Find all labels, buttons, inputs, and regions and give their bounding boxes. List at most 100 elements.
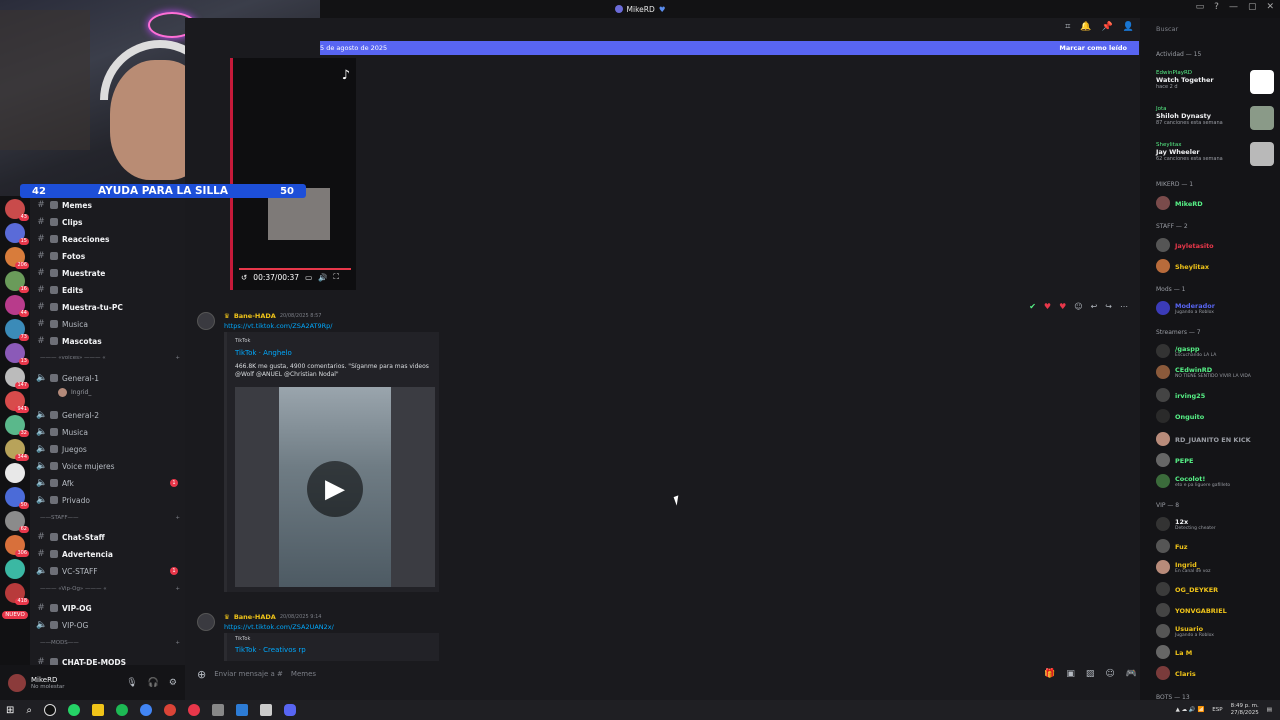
minimize-button[interactable]: — xyxy=(1229,2,1238,12)
captions-icon[interactable]: ▭ xyxy=(305,273,312,282)
channel-text[interactable]: # Musica xyxy=(36,318,182,330)
server-icon[interactable]: 15 xyxy=(5,223,29,245)
tiktok-video-player[interactable]: ♪ ↺ 00:37/00:37 ▭ 🔊 ⛶ xyxy=(230,58,356,290)
apps-icon[interactable]: 🎮 xyxy=(1126,669,1137,679)
new-badge[interactable]: NUEVO xyxy=(2,611,28,619)
user-info[interactable]: MikeRD No molestar xyxy=(31,676,65,690)
whatsapp-icon[interactable] xyxy=(68,704,80,716)
chrome-icon[interactable] xyxy=(140,704,152,716)
inbox-icon[interactable]: ▭ xyxy=(1196,2,1205,12)
member-item[interactable]: Cocolot! eto e pa liguere gafilleto xyxy=(1156,474,1276,488)
message-author[interactable]: Bane-HADA xyxy=(234,613,276,621)
channel-voice[interactable]: 🔈 VC-STAFF 1 xyxy=(36,565,182,577)
channel-text[interactable]: # Advertencia xyxy=(36,548,182,560)
server-icon[interactable]: 50 xyxy=(5,487,29,509)
server-icon[interactable]: 344 xyxy=(5,439,29,461)
message-link[interactable]: https://vt.tiktok.com/ZSA2AT9Rp/ xyxy=(224,322,332,330)
app-icon-1[interactable] xyxy=(44,704,56,716)
emoji-icon[interactable]: ☺ xyxy=(1105,669,1114,679)
channel-voice[interactable]: 🔈 General-2 xyxy=(36,409,182,421)
server-icon[interactable]: 62 xyxy=(5,511,29,533)
member-item[interactable]: Ingrid_ En canal de voz xyxy=(1156,560,1276,574)
add-attachment-icon[interactable]: ⊕ xyxy=(197,668,206,681)
embed-video[interactable]: ▶ xyxy=(235,387,435,587)
channel-voice[interactable]: 🔈 Afk 1 xyxy=(36,477,182,489)
tray-icons[interactable]: ▲ ☁ 🔊 📶 xyxy=(1176,707,1205,713)
check-reaction-icon[interactable]: ✔ xyxy=(1029,302,1036,311)
message-input-placeholder[interactable]: Enviar mensaje a # xyxy=(214,670,283,678)
pin-icon[interactable]: 📌 xyxy=(1102,22,1113,32)
channel-text[interactable]: # Clips xyxy=(36,216,182,228)
mark-as-read-button[interactable]: Marcar como leído xyxy=(1059,44,1127,52)
server-icon[interactable]: 32 xyxy=(5,415,29,437)
gif-icon[interactable]: ▣ xyxy=(1066,669,1075,679)
embed-title[interactable]: TikTok · Anghelo xyxy=(235,349,431,357)
headphones-icon[interactable]: 🎧 xyxy=(148,678,159,688)
server-icon[interactable]: 13 xyxy=(5,343,29,365)
server-icon[interactable]: 147 xyxy=(5,367,29,389)
chrome-icon-2[interactable] xyxy=(164,704,176,716)
more-options-icon[interactable]: ⋯ xyxy=(1120,302,1128,311)
member-item[interactable]: /gaspp Escuchando LA LA xyxy=(1156,344,1276,358)
member-item[interactable]: MikeRD xyxy=(1156,196,1276,210)
windows-start-icon[interactable]: ⊞ xyxy=(6,705,14,716)
channel-text[interactable]: # Edits xyxy=(36,284,182,296)
add-channel-icon[interactable]: + xyxy=(175,355,180,361)
channel-category[interactable]: ——MODS—— + xyxy=(40,640,180,646)
file-explorer-icon[interactable] xyxy=(92,704,104,716)
embed-title[interactable]: TikTok · Creativos rp xyxy=(235,646,431,654)
member-item[interactable]: Usuario Jugando a Roblox xyxy=(1156,624,1276,638)
new-messages-bar[interactable]: 5 de agosto de 2025 Marcar como leído xyxy=(320,41,1139,55)
message-link[interactable]: https://vt.tiktok.com/ZSA2UAN2x/ xyxy=(224,623,334,631)
member-item[interactable]: Onguito xyxy=(1156,409,1276,423)
server-icon[interactable]: 73 xyxy=(5,319,29,341)
server-icon[interactable]: 941 xyxy=(5,391,29,413)
server-icon[interactable]: 44 xyxy=(5,295,29,317)
member-item[interactable]: 12x Detecting cheater xyxy=(1156,517,1276,531)
activity-card[interactable]: Sheylitax Jay Wheeler 62 canciones esta se… xyxy=(1156,142,1274,166)
chat-message-2[interactable]: ♛ Bane-HADA 20/08/2025 9:14 https://vt.t… xyxy=(197,613,797,661)
channel-text[interactable]: # Chat-Staff xyxy=(36,531,182,543)
channel-voice[interactable]: 🔈 Privado xyxy=(36,494,182,506)
play-icon[interactable]: ▶ xyxy=(307,461,363,517)
activity-card[interactable]: EdwinPlayRD Watch Together hace 2 d xyxy=(1156,70,1274,94)
channel-text[interactable]: # Mascotas xyxy=(36,335,182,347)
search-icon[interactable]: ⌕ xyxy=(26,705,32,716)
member-item[interactable]: Moderador Jugando a Roblox xyxy=(1156,301,1276,315)
chat-message[interactable]: ♛ Bane-HADA 20/08/2025 8:57 https://vt.t… xyxy=(197,312,797,612)
channel-category[interactable]: ——— «Vip-Og» ——— « + xyxy=(40,586,180,592)
message-input-bar[interactable]: ⊕ Enviar mensaje a # Memes 🎁 ▣ ▨ ☺ 🎮 xyxy=(197,663,1137,685)
language-indicator[interactable]: ESP xyxy=(1212,707,1222,713)
member-item[interactable]: Sheylitax xyxy=(1156,259,1276,273)
member-item[interactable]: La M xyxy=(1156,645,1276,659)
replay-icon[interactable]: ↺ xyxy=(241,273,247,282)
add-channel-icon[interactable]: + xyxy=(175,515,180,521)
forward-icon[interactable]: ↪ xyxy=(1105,302,1112,311)
member-item[interactable]: PEPE xyxy=(1156,453,1276,467)
server-icon[interactable]: 418 xyxy=(5,583,29,605)
heart-reaction-icon-2[interactable]: ♥ xyxy=(1059,302,1066,311)
channel-text[interactable]: # Reacciones xyxy=(36,233,182,245)
close-button[interactable]: ✕ xyxy=(1266,2,1274,12)
clock[interactable]: 8:49 p. m. 27/8/2025 xyxy=(1231,703,1259,717)
channel-voice[interactable]: 🔈 Musica xyxy=(36,426,182,438)
channel-voice[interactable]: 🔈 VIP-OG xyxy=(36,619,182,631)
member-item[interactable]: YONVGABRIEL xyxy=(1156,603,1276,617)
voice-user[interactable]: Ingrid_ xyxy=(58,388,91,397)
channel-text[interactable]: # Muestra-tu-PC xyxy=(36,301,182,313)
add-channel-icon[interactable]: + xyxy=(175,640,180,646)
member-item[interactable]: OG_DEYKER xyxy=(1156,582,1276,596)
member-item[interactable]: Jayletasito xyxy=(1156,238,1276,252)
channel-text[interactable]: # Fotos xyxy=(36,250,182,262)
settings-gear-icon[interactable]: ⚙ xyxy=(169,678,177,688)
help-icon[interactable]: ? xyxy=(1214,2,1219,12)
app-icon-3[interactable] xyxy=(260,704,272,716)
channel-voice[interactable]: 🔈 Voice mujeres xyxy=(36,460,182,472)
heart-reaction-icon[interactable]: ♥ xyxy=(1044,302,1051,311)
member-item[interactable]: RD_JUANITO EN KICK xyxy=(1156,432,1276,446)
gift-icon[interactable]: 🎁 xyxy=(1044,669,1055,679)
microphone-icon[interactable]: 🎙 xyxy=(126,678,137,688)
reply-icon[interactable]: ↩ xyxy=(1091,302,1098,311)
channel-text[interactable]: # Memes xyxy=(36,199,182,211)
discord-icon[interactable] xyxy=(284,704,296,716)
